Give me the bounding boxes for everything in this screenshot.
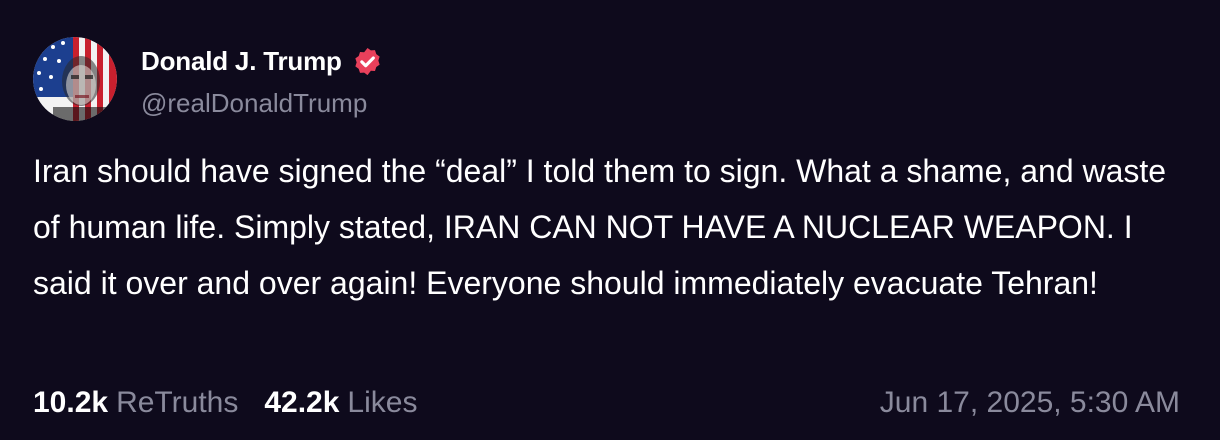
author-handle[interactable]: @realDonaldTrump — [141, 88, 367, 119]
retruths-label: ReTruths — [116, 386, 239, 419]
post-text: Iran should have signed the “deal” I tol… — [33, 153, 1167, 301]
likes-count: 42.2k — [264, 386, 340, 419]
author-display-name[interactable]: Donald J. Trump — [141, 46, 342, 77]
post-timestamp[interactable]: Jun 17, 2025, 5:30 AM — [880, 386, 1180, 420]
likes-label: Likes — [347, 386, 418, 419]
author-avatar[interactable] — [33, 37, 117, 121]
post-footer: 10.2k ReTruths 42.2k Likes Jun 17, 2025,… — [33, 383, 1180, 423]
retruths-stat[interactable]: 10.2k ReTruths — [33, 386, 238, 420]
avatar-portrait-icon — [33, 37, 117, 121]
author-name-row[interactable]: Donald J. Trump — [141, 44, 383, 78]
truth-post: Donald J. Trump @realDonaldTrump Iran sh… — [0, 0, 1220, 440]
retruths-count: 10.2k — [33, 386, 109, 419]
likes-stat[interactable]: 42.2k Likes — [264, 386, 417, 420]
verified-badge-icon — [352, 46, 383, 77]
